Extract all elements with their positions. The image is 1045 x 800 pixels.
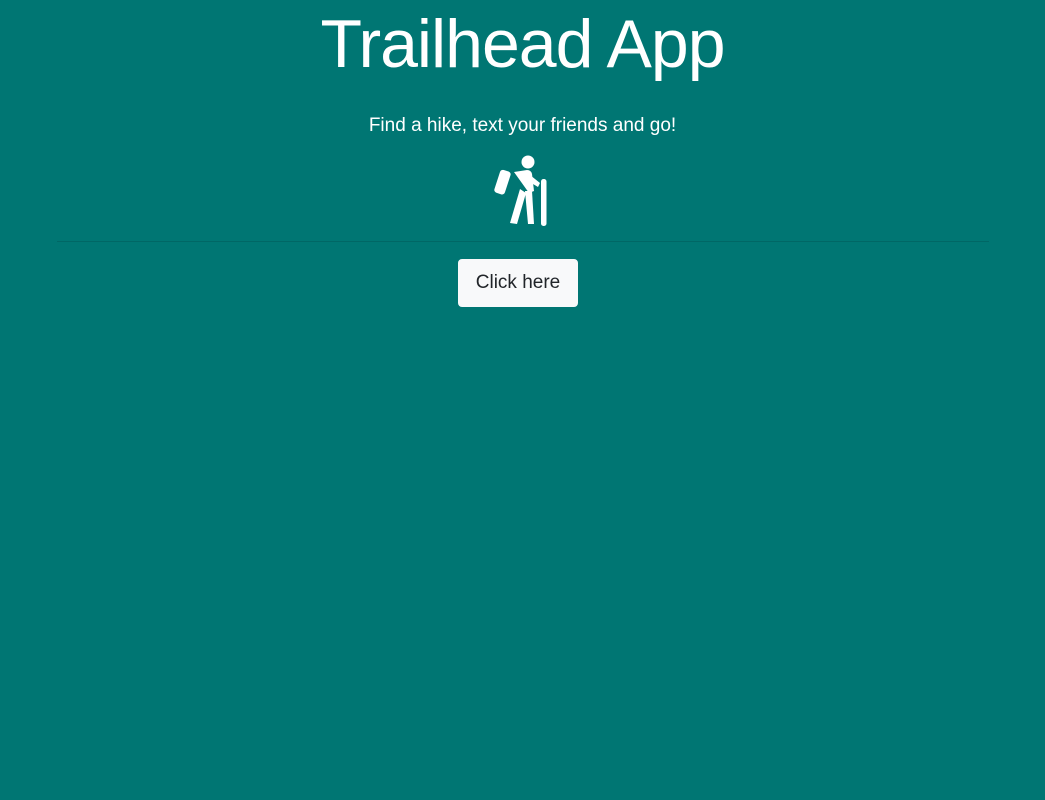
- page-title: Trailhead App: [320, 6, 725, 82]
- tagline: Find a hike, text your friends and go!: [368, 115, 677, 136]
- click-here-button[interactable]: Click here: [458, 259, 578, 307]
- hiking-icon: [494, 155, 547, 226]
- divider: [57, 241, 989, 242]
